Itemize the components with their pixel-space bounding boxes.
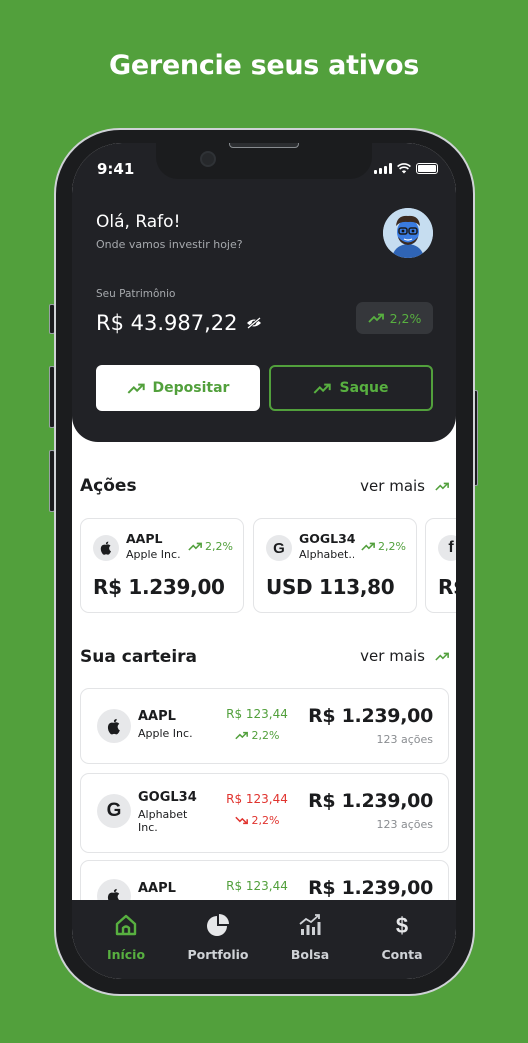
- phone-notch: [156, 143, 372, 179]
- stock-name: Apple Inc.: [126, 548, 181, 561]
- bottom-tab-bar: Início Portfolio Bolsa $ Conta: [72, 900, 456, 979]
- portfolio-name: Apple Inc.: [138, 727, 193, 740]
- trend-up-icon: [314, 383, 332, 394]
- patrimonio-value-row: R$ 43.987,22: [96, 311, 262, 335]
- tab-label: Início: [106, 947, 146, 962]
- svg-text:$: $: [396, 913, 408, 938]
- pie-chart-icon: [207, 914, 229, 936]
- headline: Gerencie seus ativos: [109, 50, 419, 81]
- apple-icon: [93, 535, 119, 561]
- stock-change: 2,2%: [361, 540, 406, 553]
- stock-card[interactable]: G GOGL34 Alphabet... 2,2% USD 113,80: [253, 518, 417, 613]
- stock-name: Alphabet...: [299, 548, 354, 561]
- carteira-see-more-link[interactable]: ver mais: [360, 647, 449, 665]
- phone-screen: 9:41 Olá, Rafo! Onde vamos investir hoje…: [72, 143, 456, 979]
- acoes-see-more-label: ver mais: [360, 477, 425, 495]
- stock-ticker: AAPL: [126, 531, 163, 546]
- stock-change: 2,2%: [188, 540, 233, 553]
- trend-up-icon: [367, 313, 384, 323]
- trend-down-icon: [234, 816, 248, 825]
- patrimonio-change-badge: 2,2%: [356, 302, 433, 334]
- stock-card[interactable]: f R$: [425, 518, 456, 613]
- status-icons: [374, 163, 438, 174]
- deposit-button-label: Depositar: [152, 380, 230, 396]
- tab-conta[interactable]: $ Conta: [362, 912, 442, 979]
- acoes-see-more-link[interactable]: ver mais: [360, 477, 449, 495]
- deposit-button[interactable]: Depositar: [96, 365, 260, 411]
- avatar[interactable]: [383, 208, 433, 258]
- wifi-icon: [397, 163, 411, 174]
- signal-icon: [374, 163, 392, 174]
- portfolio-value: R$ 1.239,00: [308, 790, 433, 812]
- portfolio-qty: 123 ações: [376, 733, 433, 746]
- trend-up-icon: [188, 542, 202, 551]
- tab-label: Portfolio: [187, 947, 249, 962]
- stock-price: R$: [438, 575, 456, 599]
- portfolio-pct-value: 2,2%: [251, 814, 280, 827]
- withdraw-button[interactable]: Saque: [269, 365, 433, 411]
- battery-icon: [416, 163, 438, 174]
- tab-bolsa[interactable]: Bolsa: [270, 912, 350, 979]
- portfolio-qty: 123 ações: [376, 818, 433, 831]
- portfolio-item[interactable]: G GOGL34 Alphabet Inc. R$ 123,44 2,2% R$…: [80, 773, 449, 853]
- acoes-title: Ações: [80, 476, 137, 496]
- patrimonio-change: 2,2%: [389, 310, 422, 326]
- portfolio-value: R$ 1.239,00: [308, 877, 433, 899]
- portfolio-pct-value: 2,2%: [251, 729, 280, 742]
- tab-label: Bolsa: [290, 947, 330, 962]
- facebook-icon: f: [438, 535, 456, 561]
- stock-chart-icon: [299, 914, 321, 935]
- stock-ticker: GOGL34: [299, 531, 356, 546]
- portfolio-delta: R$ 123,44: [226, 707, 288, 721]
- trend-up-icon: [127, 383, 145, 394]
- avatar-image: [383, 208, 433, 258]
- portfolio-delta: R$ 123,44: [226, 879, 288, 893]
- camera: [200, 151, 216, 167]
- tab-inicio[interactable]: Início: [86, 912, 166, 979]
- apple-icon: [97, 709, 131, 743]
- stock-price: R$ 1.239,00: [93, 575, 225, 599]
- portfolio-value: R$ 1.239,00: [308, 705, 433, 727]
- trend-up-icon: [435, 482, 449, 491]
- tab-label: Conta: [381, 947, 423, 962]
- carteira-see-more-label: ver mais: [360, 647, 425, 665]
- patrimonio-label: Seu Patrimônio: [96, 288, 176, 300]
- stock-change-value: 2,2%: [205, 540, 233, 553]
- phone-speaker: [229, 143, 299, 148]
- eye-off-icon[interactable]: [246, 317, 262, 329]
- trend-up-icon: [361, 542, 375, 551]
- stock-price: USD 113,80: [266, 575, 395, 599]
- stock-card[interactable]: AAPL Apple Inc. 2,2% R$ 1.239,00: [80, 518, 244, 613]
- google-icon: G: [97, 794, 131, 828]
- portfolio-ticker: GOGL34: [138, 790, 197, 805]
- withdraw-button-label: Saque: [339, 380, 389, 396]
- greeting-subtitle: Onde vamos investir hoje?: [96, 238, 243, 251]
- trend-up-icon: [435, 652, 449, 661]
- carteira-title: Sua carteira: [80, 647, 198, 667]
- status-time: 9:41: [97, 160, 135, 178]
- portfolio-delta: R$ 123,44: [226, 792, 288, 806]
- portfolio-item[interactable]: AAPL Apple Inc. R$ 123,44 2,2% R$ 1.239,…: [80, 688, 449, 764]
- tab-portfolio[interactable]: Portfolio: [178, 912, 258, 979]
- portfolio-pct: 2,2%: [221, 814, 293, 827]
- dollar-icon: $: [396, 913, 408, 938]
- google-icon: G: [266, 535, 292, 561]
- portfolio-pct: 2,2%: [221, 729, 293, 742]
- home-icon: [115, 914, 137, 936]
- patrimonio-value: R$ 43.987,22: [96, 311, 238, 335]
- portfolio-ticker: AAPL: [138, 709, 176, 724]
- stock-change-value: 2,2%: [378, 540, 406, 553]
- trend-up-icon: [234, 731, 248, 740]
- header-panel: 9:41 Olá, Rafo! Onde vamos investir hoje…: [72, 143, 456, 442]
- portfolio-ticker: AAPL: [138, 881, 176, 896]
- portfolio-name: Alphabet Inc.: [138, 808, 188, 834]
- greeting: Olá, Rafo!: [96, 212, 181, 232]
